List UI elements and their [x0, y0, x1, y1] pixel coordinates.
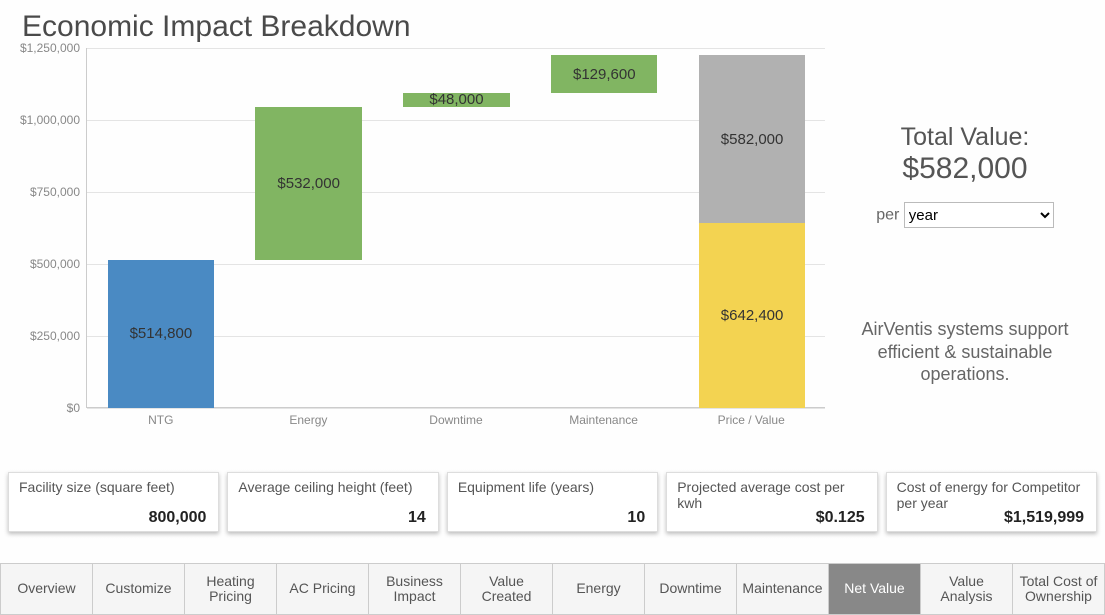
bar-energy: $532,000 — [255, 107, 361, 260]
x-label: Price / Value — [677, 413, 825, 427]
input-card[interactable]: Equipment life (years) 10 — [447, 472, 658, 532]
x-label: NTG — [87, 413, 235, 427]
y-tick: $0 — [67, 401, 80, 415]
bar-downtime: $48,000 — [403, 93, 509, 107]
tab-customize[interactable]: Customize — [93, 563, 185, 615]
bar-maintenance: $129,600 — [551, 55, 657, 92]
x-label: Downtime — [382, 413, 530, 427]
tagline: AirVentis systems support efficient & su… — [839, 318, 1091, 386]
bar-value: $582,000 — [699, 55, 805, 223]
input-card[interactable]: Cost of energy for Competitor per year$1… — [886, 472, 1097, 532]
input-value: $0.125 — [816, 509, 865, 527]
x-label: Energy — [235, 413, 383, 427]
input-label: Projected average cost per kwh — [677, 479, 866, 511]
input-value: 14 — [408, 509, 426, 527]
y-tick: $1,000,000 — [20, 113, 80, 127]
total-value: $582,000 — [839, 152, 1091, 186]
bar-ntg: $514,800 — [108, 260, 214, 408]
tab-business-impact[interactable]: Business Impact — [369, 563, 461, 615]
tab-value-analysis[interactable]: Value Analysis — [921, 563, 1013, 615]
input-label: Cost of energy for Competitor per year — [897, 479, 1086, 511]
y-tick: $750,000 — [30, 185, 80, 199]
page-title: Economic Impact Breakdown — [0, 0, 1105, 48]
tab-energy[interactable]: Energy — [553, 563, 645, 615]
input-value: $1,519,999 — [1004, 509, 1084, 527]
y-tick: $500,000 — [30, 257, 80, 271]
per-select[interactable]: yearmonthday — [904, 202, 1054, 228]
total-value-label: Total Value: — [839, 123, 1091, 152]
per-prefix: per — [876, 207, 899, 224]
input-card[interactable]: Average ceiling height (feet) 14 — [227, 472, 438, 532]
input-label: Average ceiling height (feet) — [238, 479, 427, 495]
tab-ac-pricing[interactable]: AC Pricing — [277, 563, 369, 615]
tab-net-value[interactable]: Net Value — [829, 563, 921, 615]
tab-heating-pricing[interactable]: Heating Pricing — [185, 563, 277, 615]
input-value: 10 — [627, 509, 645, 527]
input-label: Equipment life (years) — [458, 479, 647, 495]
input-label: Facility size (square feet) — [19, 479, 208, 495]
tab-value-created[interactable]: Value Created — [461, 563, 553, 615]
x-label: Maintenance — [530, 413, 678, 427]
tab-maintenance[interactable]: Maintenance — [737, 563, 829, 615]
bar-price: $642,400 — [699, 223, 805, 408]
tab-downtime[interactable]: Downtime — [645, 563, 737, 615]
waterfall-chart: $0$250,000$500,000$750,000$1,000,000$1,2… — [0, 48, 825, 438]
y-tick: $1,250,000 — [20, 41, 80, 55]
tab-overview[interactable]: Overview — [0, 563, 93, 615]
y-tick: $250,000 — [30, 329, 80, 343]
input-value: 800,000 — [149, 509, 207, 527]
tab-total-cost-of-ownership[interactable]: Total Cost of Ownership — [1013, 563, 1105, 615]
input-card[interactable]: Projected average cost per kwh$0.125 — [666, 472, 877, 532]
input-card[interactable]: Facility size (square feet) 800,000 — [8, 472, 219, 532]
